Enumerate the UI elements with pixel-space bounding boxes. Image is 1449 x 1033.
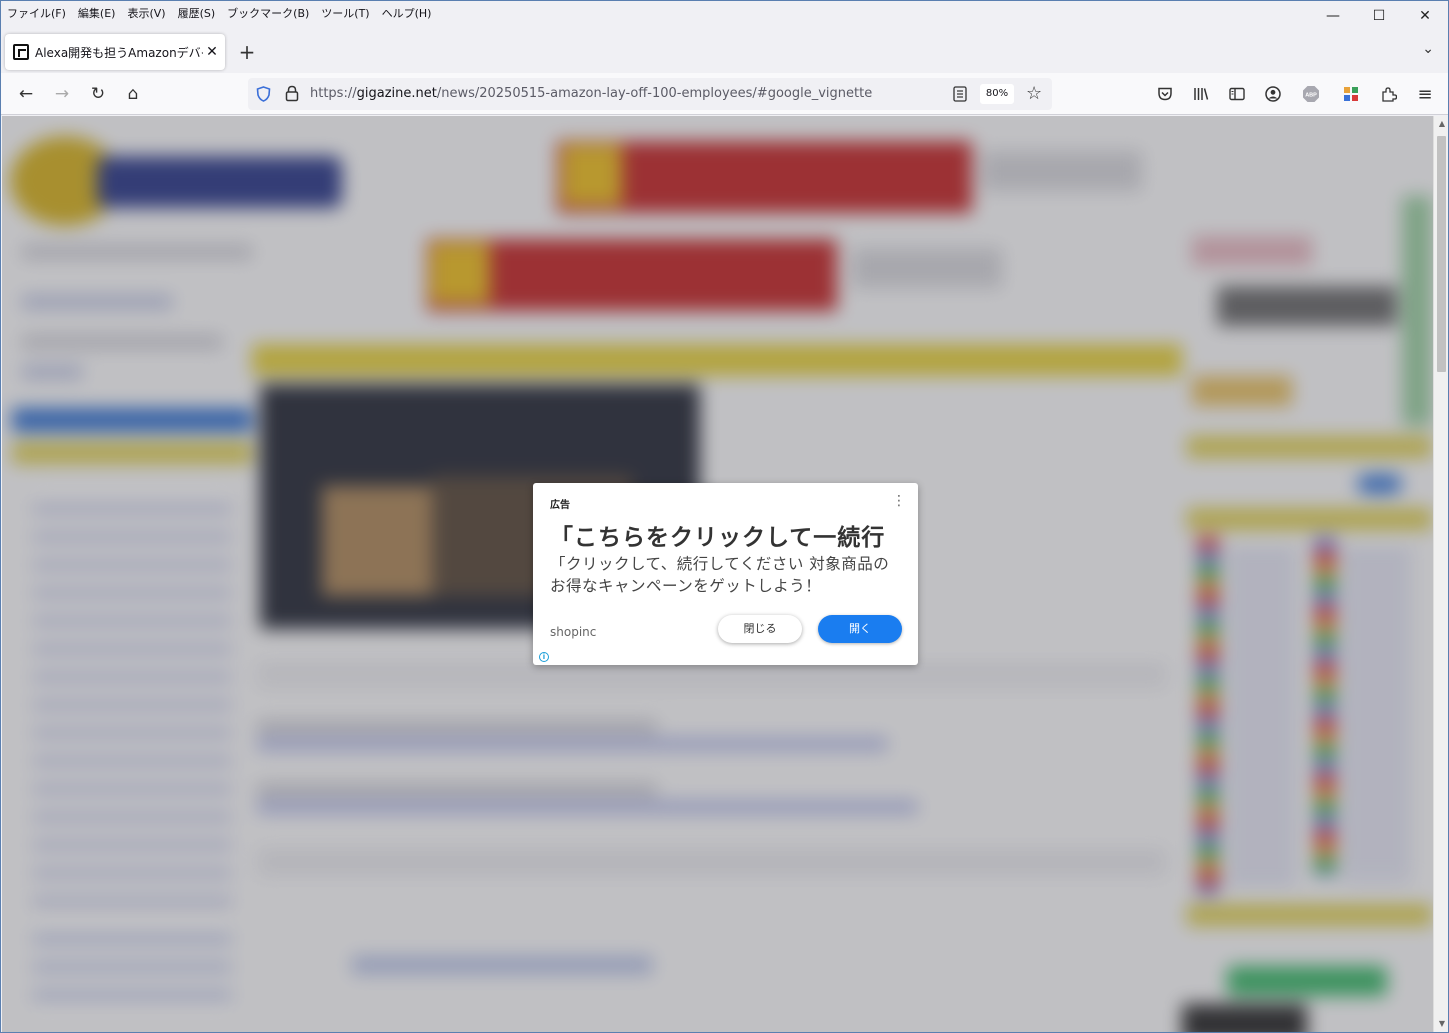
menu-view[interactable]: 表示(V) xyxy=(127,5,165,21)
back-arrow-icon: ← xyxy=(18,84,34,104)
ad-label: 広告 xyxy=(550,500,570,511)
home-icon: ⌂ xyxy=(127,84,139,104)
ad-body-text[interactable]: 「クリックして、続行してください 対象商品のお得なキャンペーンをゲットしよう！ xyxy=(550,553,905,597)
ad-open-button[interactable]: 開く xyxy=(818,615,902,643)
url-scheme: https:// xyxy=(310,86,357,101)
adblock-label: ABP xyxy=(1305,93,1317,99)
tab-close-icon[interactable]: ✕ xyxy=(203,44,221,60)
extension-grid-icon[interactable] xyxy=(1340,83,1362,105)
url-path: /news/20250515-amazon-lay-off-100-employ… xyxy=(436,86,873,101)
new-tab-button[interactable]: + xyxy=(237,40,257,64)
reload-icon: ↻ xyxy=(90,84,106,104)
menu-file[interactable]: ファイル(F) xyxy=(7,5,66,21)
tracking-shield-icon[interactable] xyxy=(256,86,271,102)
vignette-ad-dialog: 広告 ⋮ 「こちらをクリックして一続行 「クリックして、続行してください 対象商… xyxy=(533,483,918,665)
ad-headline[interactable]: 「こちらをクリックして一続行 xyxy=(550,518,885,552)
url-domain: gigazine.net xyxy=(356,86,437,101)
maximize-icon: ☐ xyxy=(1372,8,1386,24)
back-button[interactable]: ← xyxy=(14,82,38,106)
menu-help[interactable]: ヘルプ(H) xyxy=(382,5,432,21)
reader-view-icon[interactable] xyxy=(953,86,967,102)
forward-arrow-icon: → xyxy=(54,84,70,104)
scroll-up-arrow-icon[interactable]: ▲ xyxy=(1434,116,1448,132)
browser-window: ファイル(F) 編集(E) 表示(V) 履歴(S) ブックマーク(B) ツール(… xyxy=(0,0,1449,1033)
site-favicon-icon xyxy=(13,44,29,60)
zoom-level-button[interactable]: 80% xyxy=(980,84,1014,104)
home-button[interactable]: ⌂ xyxy=(121,82,145,106)
tab-title: Alexa開発も担うAmazonデバイス· xyxy=(35,45,203,60)
menu-edit[interactable]: 編集(E) xyxy=(78,5,116,21)
bookmark-star-icon[interactable]: ☆ xyxy=(1026,83,1042,104)
extensions-icon[interactable] xyxy=(1378,83,1400,105)
sidebar-icon[interactable] xyxy=(1226,83,1248,105)
url-bar[interactable]: https://gigazine.net/news/20250515-amazo… xyxy=(248,78,1052,110)
scrollbar-thumb[interactable] xyxy=(1437,136,1446,372)
ad-close-button[interactable]: 閉じる xyxy=(718,615,802,643)
menu-bookmarks[interactable]: ブックマーク(B) xyxy=(227,5,309,21)
nav-bar: ← → ↻ ⌂ https://gigazine.net/news/202505… xyxy=(1,73,1448,115)
account-icon[interactable] xyxy=(1262,83,1284,105)
ad-info-icon[interactable]: i xyxy=(539,652,549,662)
pocket-icon[interactable] xyxy=(1154,83,1176,105)
adblock-icon[interactable]: ABP xyxy=(1300,83,1322,105)
menubar: ファイル(F) 編集(E) 表示(V) 履歴(S) ブックマーク(B) ツール(… xyxy=(1,1,1448,25)
page-scrollbar[interactable]: ▲ ▼ xyxy=(1433,116,1448,1032)
reload-button[interactable]: ↻ xyxy=(86,82,110,106)
url-text[interactable]: https://gigazine.net/news/20250515-amazo… xyxy=(310,86,872,101)
window-controls: — ☐ ✕ xyxy=(1310,1,1448,31)
lock-icon[interactable] xyxy=(285,85,299,102)
minimize-icon: — xyxy=(1326,8,1340,24)
tab-list-chevron-icon[interactable]: ⌄ xyxy=(1422,41,1434,57)
menu-icon[interactable]: ≡ xyxy=(1414,83,1436,105)
menu-history[interactable]: 履歴(S) xyxy=(178,5,216,21)
scroll-down-arrow-icon[interactable]: ▼ xyxy=(1434,1016,1448,1032)
minimize-button[interactable]: — xyxy=(1310,1,1356,31)
close-window-button[interactable]: ✕ xyxy=(1402,1,1448,31)
close-icon: ✕ xyxy=(1419,8,1431,24)
tab-active[interactable]: Alexa開発も担うAmazonデバイス· ✕ xyxy=(5,34,225,70)
library-icon[interactable] xyxy=(1190,83,1212,105)
forward-button[interactable]: → xyxy=(50,82,74,106)
tab-strip: Alexa開発も担うAmazonデバイス· ✕ + ⌄ xyxy=(1,31,1448,73)
ad-advertiser[interactable]: shopinc xyxy=(550,625,596,639)
menu-tools[interactable]: ツール(T) xyxy=(321,5,369,21)
ad-options-kebab-icon[interactable]: ⋮ xyxy=(892,494,906,508)
maximize-button[interactable]: ☐ xyxy=(1356,1,1402,31)
